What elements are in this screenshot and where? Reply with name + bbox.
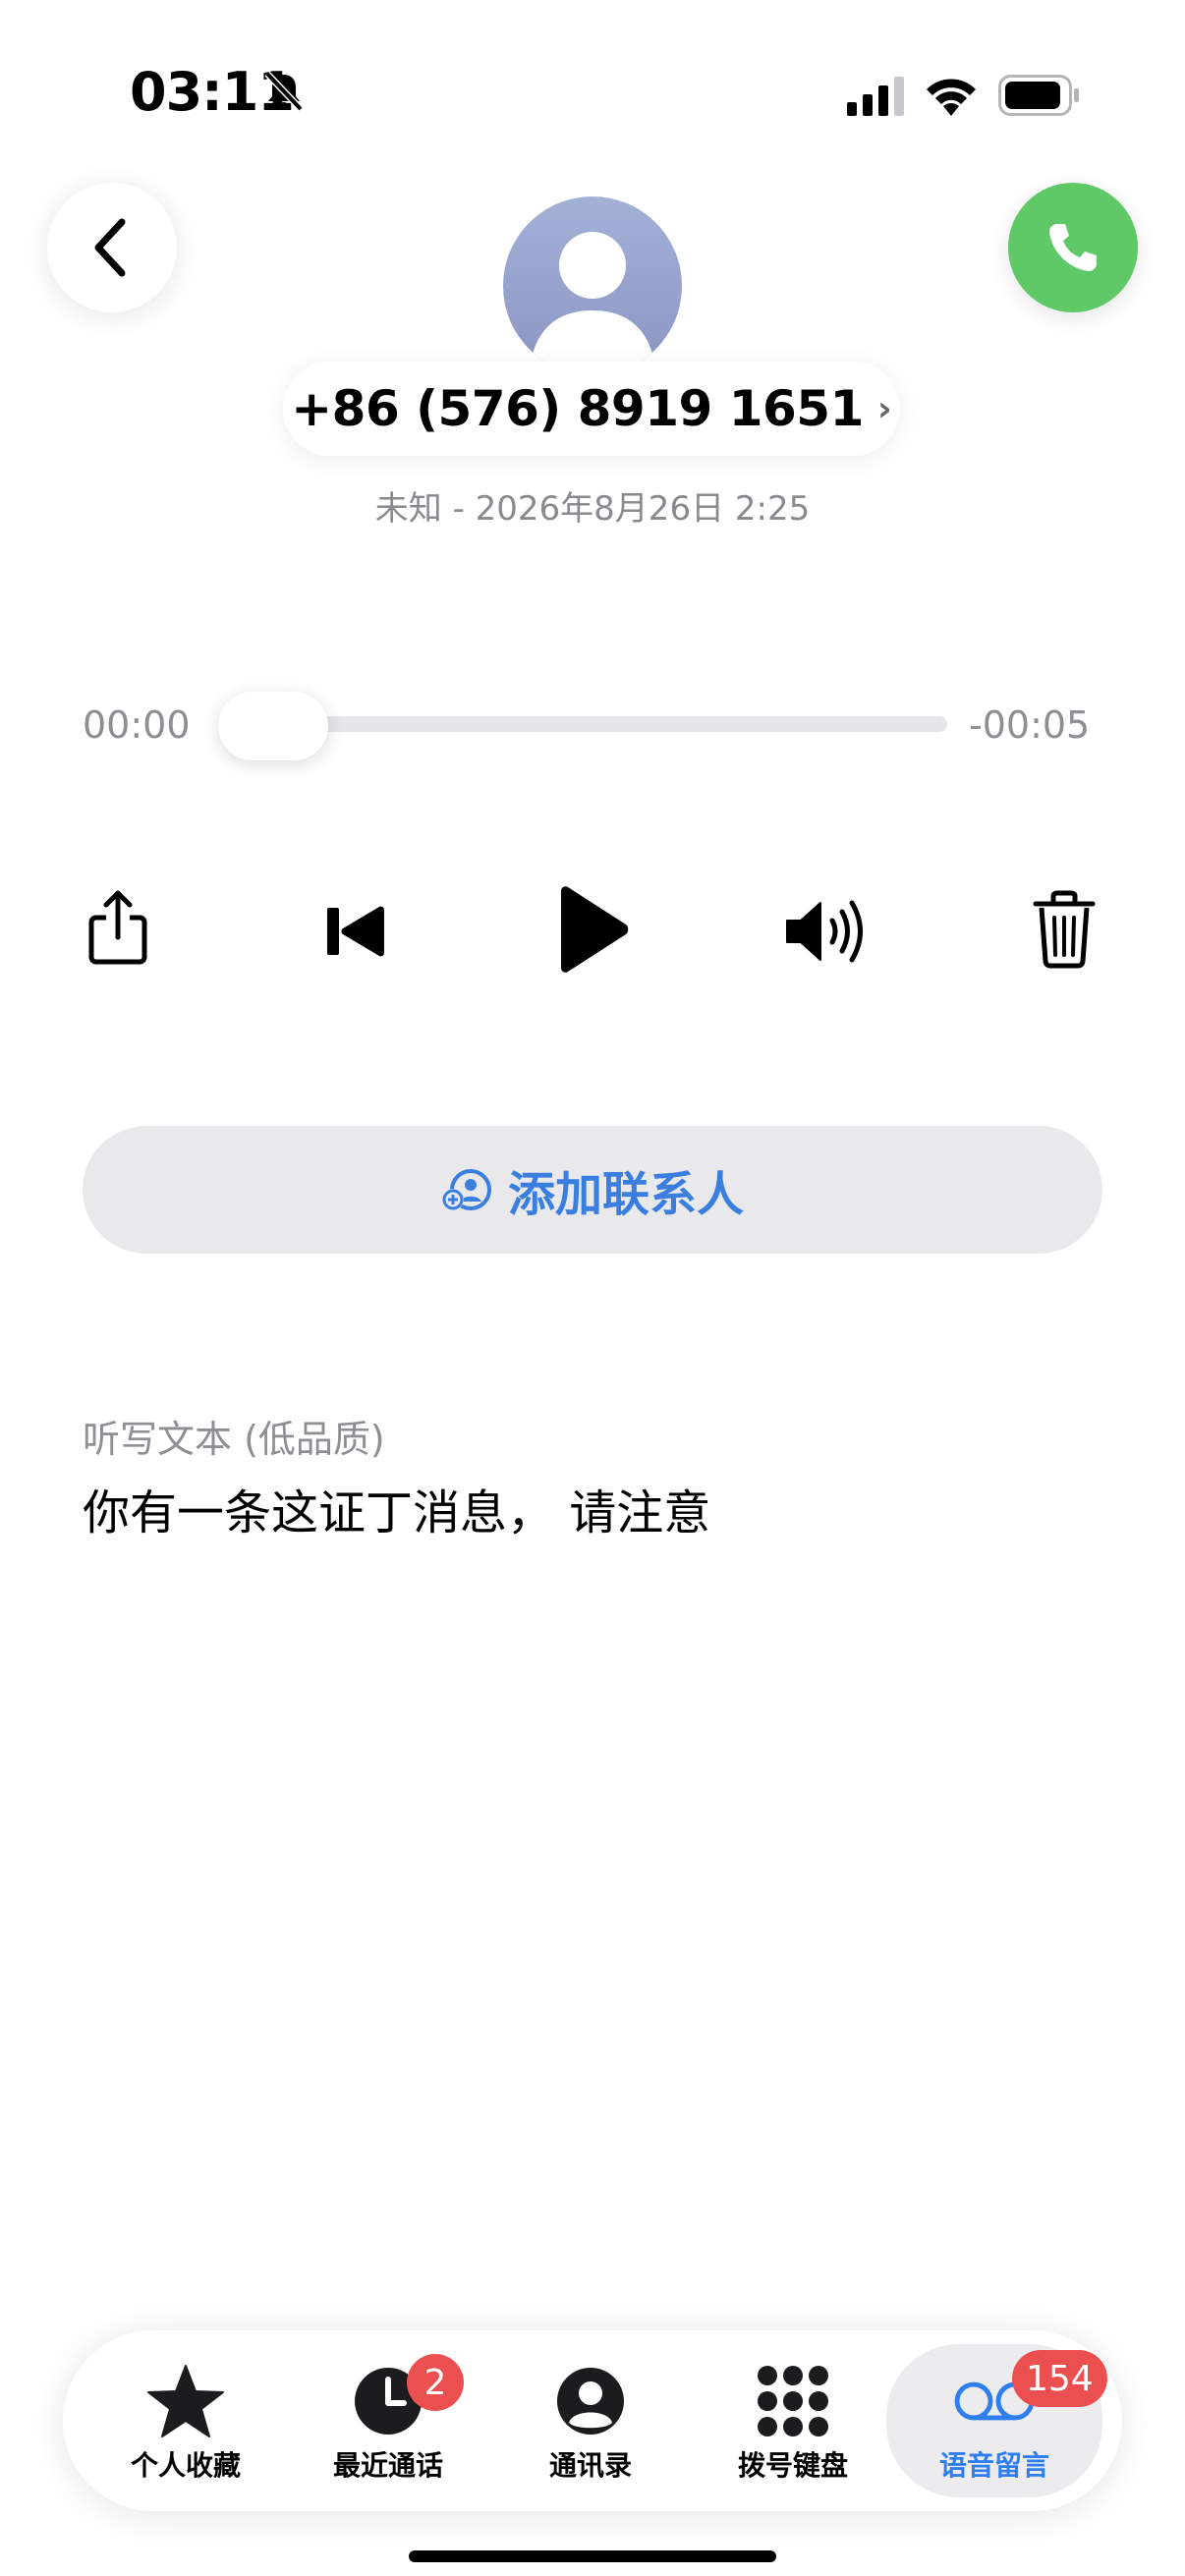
person-silhouette-icon — [531, 232, 654, 362]
add-contact-button[interactable]: 添加联系人 — [83, 1126, 1102, 1254]
transcript-title: 听写文本 (低品质) — [83, 1418, 385, 1461]
speaker-button[interactable] — [782, 890, 875, 973]
avatar — [503, 196, 682, 375]
battery-icon — [998, 75, 1079, 116]
trash-icon — [1033, 890, 1096, 969]
voicemail-badge: 154 — [1012, 2350, 1107, 2407]
call-subtitle: 未知 - 2026年8月26日 2:25 — [374, 489, 811, 529]
tab-keypad[interactable]: 拨号键盘 — [692, 2330, 894, 2511]
caller-number: +86 (576) 8919 1651 — [291, 380, 864, 437]
chevron-right-icon: › — [876, 388, 892, 429]
tab-contacts-label: 通讯录 — [548, 2449, 632, 2482]
home-indicator[interactable] — [409, 2550, 776, 2562]
tab-voicemail-label: 语音留言 — [938, 2449, 1049, 2482]
progress-scrubber[interactable] — [218, 692, 328, 760]
add-contact-label: 添加联系人 — [507, 1167, 744, 1222]
wifi-icon — [927, 79, 976, 116]
play-button[interactable] — [548, 882, 637, 977]
skip-back-icon — [327, 906, 384, 957]
tab-voicemail[interactable]: 语音留言 154 — [886, 2344, 1107, 2497]
tab-recents[interactable]: 最近通话 2 — [287, 2330, 489, 2511]
tab-keypad-label: 拨号键盘 — [737, 2449, 848, 2482]
call-button[interactable] — [1008, 183, 1138, 312]
signal-icon — [847, 77, 904, 116]
keypad-icon — [758, 2366, 828, 2436]
share-icon — [88, 890, 147, 965]
tab-favorites-label: 个人收藏 — [130, 2449, 241, 2482]
chevron-left-icon — [94, 218, 126, 277]
status-bar: 03:11 — [0, 0, 1185, 196]
tab-contacts[interactable]: 通讯录 — [489, 2330, 692, 2511]
add-person-icon — [441, 1169, 491, 1210]
phone-icon — [1049, 224, 1097, 271]
share-button[interactable] — [77, 886, 159, 969]
star-icon — [147, 2365, 224, 2437]
delete-button[interactable] — [1022, 886, 1106, 973]
person-circle-icon — [557, 2368, 624, 2435]
tab-recents-label: 最近通话 — [332, 2449, 443, 2482]
bell-off-icon — [264, 71, 304, 112]
tab-bar: 个人收藏 最近通话 2 通讯录 拨号键盘 语音留言 154 — [63, 2330, 1122, 2511]
tab-favorites[interactable]: 个人收藏 — [85, 2330, 287, 2511]
play-icon — [561, 886, 629, 973]
caller-number-button[interactable]: +86 (576) 8919 1651 › — [283, 362, 900, 456]
back-button[interactable] — [47, 183, 177, 312]
transcript-text: 你有一条这证丁消息， 请注意 — [83, 1485, 711, 1540]
skip-back-button[interactable] — [314, 896, 397, 967]
elapsed-time: 00:00 — [83, 703, 191, 747]
recents-badge: 2 — [407, 2354, 464, 2411]
remaining-time: -00:05 — [969, 703, 1091, 747]
speaker-icon — [786, 900, 863, 963]
